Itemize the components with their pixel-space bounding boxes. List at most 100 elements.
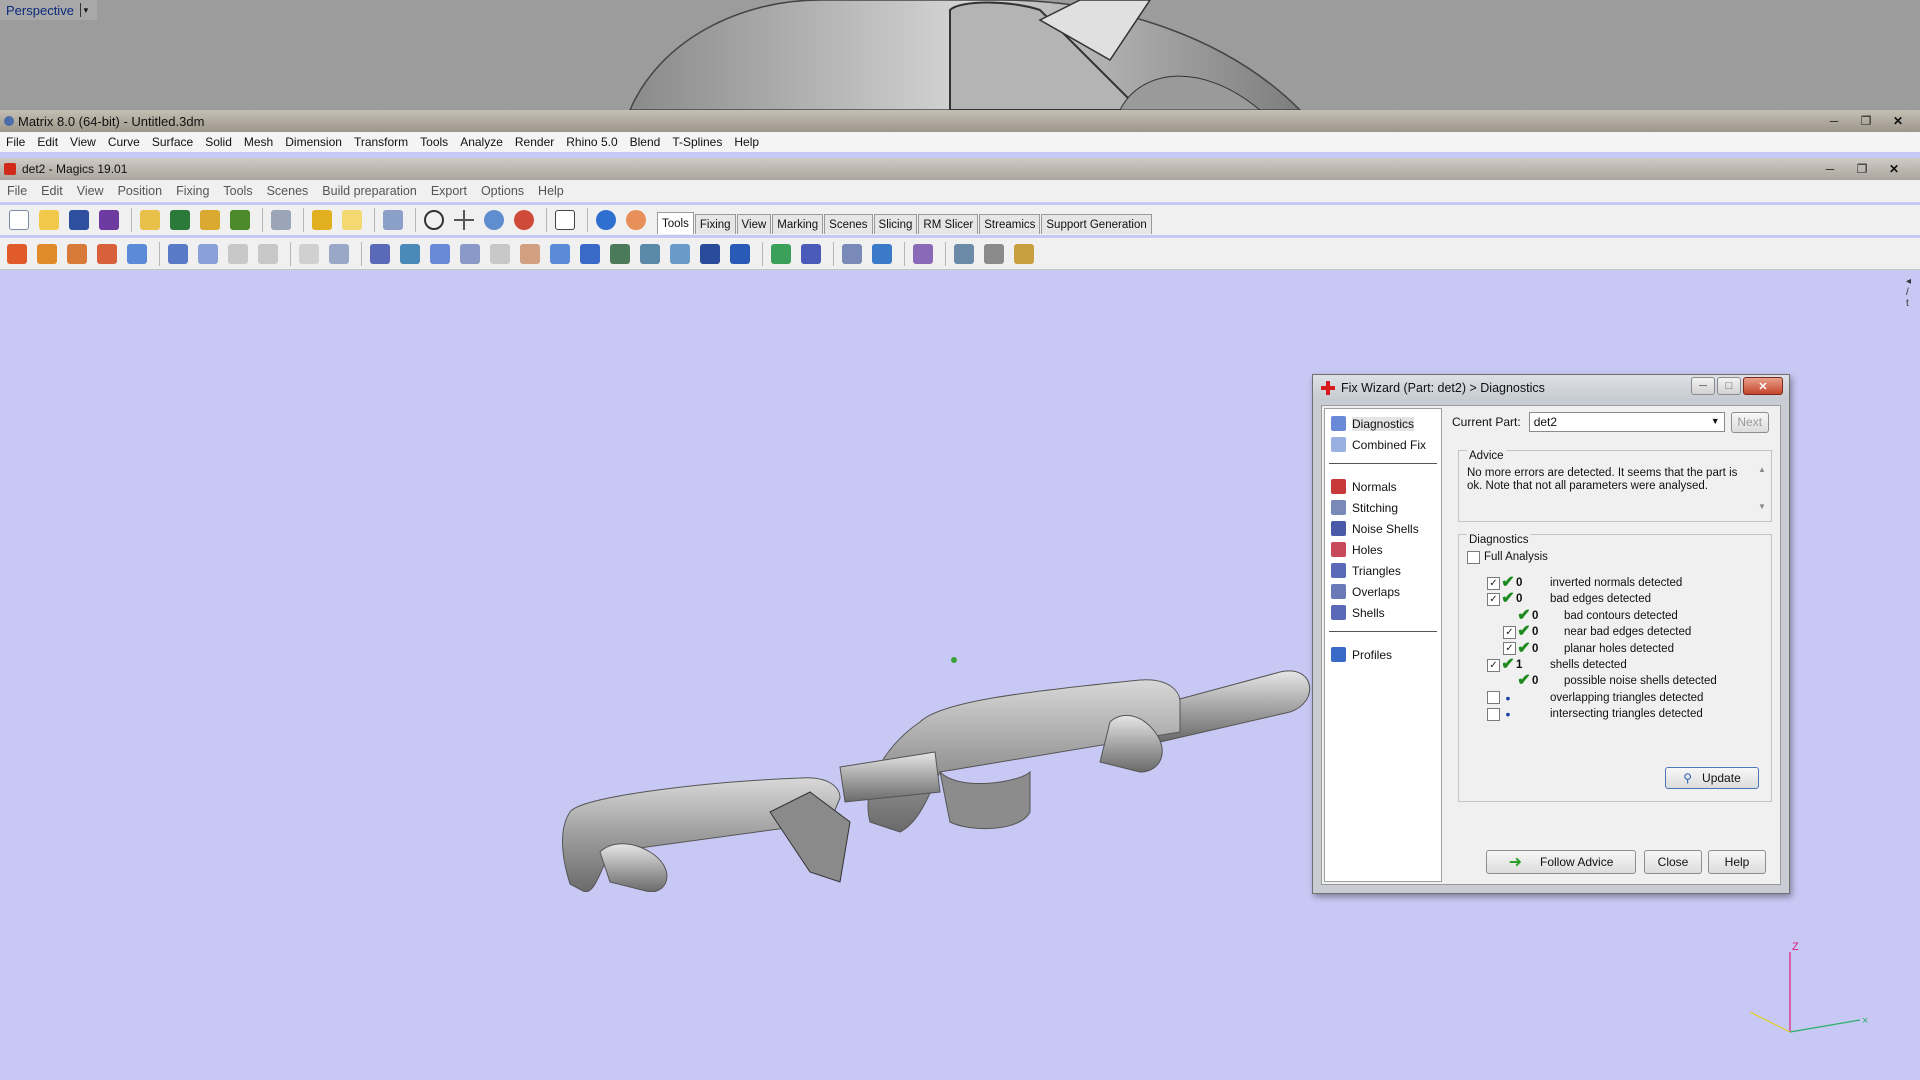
rhino-menu-help[interactable]: Help xyxy=(728,135,765,149)
rhino-menu-t-splines[interactable]: T-Splines xyxy=(666,135,728,149)
rhino-menu-tools[interactable]: Tools xyxy=(414,135,454,149)
slice-icon[interactable] xyxy=(981,241,1007,267)
minimize-icon[interactable]: ─ xyxy=(1820,112,1848,129)
tab-streamics[interactable]: Streamics xyxy=(979,214,1041,234)
rotate-free-icon[interactable] xyxy=(94,241,120,267)
package-icon[interactable] xyxy=(1011,241,1037,267)
scroll-up-icon[interactable]: ▲ xyxy=(1758,465,1766,474)
close-button[interactable]: Close xyxy=(1644,850,1702,874)
cut-icon[interactable] xyxy=(225,241,251,267)
rhino-menu-transform[interactable]: Transform xyxy=(348,135,414,149)
tab-view[interactable]: View xyxy=(736,214,772,234)
rhino-menu-blend[interactable]: Blend xyxy=(624,135,667,149)
follow-advice-button[interactable]: ➜ Follow Advice xyxy=(1486,850,1636,874)
diagnostic-checkbox[interactable] xyxy=(1487,691,1500,705)
viewport-side-handle-icon[interactable]: ◂ / t xyxy=(1906,276,1920,309)
next-button[interactable]: Next xyxy=(1730,411,1769,433)
rhino-menu-solid[interactable]: Solid xyxy=(199,135,238,149)
nav-item-noise-shells[interactable]: Noise Shells xyxy=(1325,518,1441,539)
load-part-icon[interactable] xyxy=(137,207,163,233)
merge-icon[interactable] xyxy=(839,241,865,267)
restore-icon[interactable]: ❐ xyxy=(1852,112,1880,129)
zoom-window-icon[interactable] xyxy=(511,207,537,233)
magics-menu-view[interactable]: View xyxy=(70,184,111,198)
rhino-menu-view[interactable]: View xyxy=(64,135,102,149)
wireframe-icon[interactable] xyxy=(427,241,453,267)
nav-item-combined-fix[interactable]: Combined Fix xyxy=(1325,434,1441,455)
magics-menu-help[interactable]: Help xyxy=(531,184,571,198)
close-icon[interactable]: ✕ xyxy=(1743,377,1783,395)
open-folder-icon[interactable] xyxy=(36,207,62,233)
minimize-icon[interactable]: ─ xyxy=(1816,160,1844,177)
rhino-menu-rhino-5-0[interactable]: Rhino 5.0 xyxy=(560,135,623,149)
scale-icon[interactable] xyxy=(165,241,191,267)
label-icon[interactable] xyxy=(798,241,824,267)
current-part-select[interactable]: det2 ▼ xyxy=(1528,412,1725,432)
fix-wizard-titlebar[interactable]: Fix Wizard (Part: det2) > Diagnostics ─ … xyxy=(1313,375,1789,401)
rhino-menu-curve[interactable]: Curve xyxy=(102,135,146,149)
magics-menu-fixing[interactable]: Fixing xyxy=(169,184,216,198)
help-icon[interactable] xyxy=(593,207,619,233)
texture-icon[interactable] xyxy=(517,241,543,267)
tab-fixing[interactable]: Fixing xyxy=(694,214,736,234)
shaded-icon[interactable] xyxy=(397,241,423,267)
magics-menu-export[interactable]: Export xyxy=(424,184,474,198)
new-file-icon[interactable] xyxy=(6,207,32,233)
checklist-icon[interactable] xyxy=(552,207,578,233)
magics-menu-position[interactable]: Position xyxy=(111,184,169,198)
tab-support-generation[interactable]: Support Generation xyxy=(1041,214,1152,234)
import-part-icon[interactable] xyxy=(197,207,223,233)
full-analysis-row[interactable]: Full Analysis xyxy=(1467,549,1548,565)
diagnostic-checkbox[interactable]: ✓ xyxy=(1487,658,1500,672)
support-icon[interactable] xyxy=(623,207,649,233)
split-icon[interactable] xyxy=(869,241,895,267)
viewport-dropdown-icon[interactable]: ▾ xyxy=(79,3,91,17)
diagnostic-checkbox[interactable] xyxy=(1487,707,1500,721)
nav-item-triangles[interactable]: Triangles xyxy=(1325,560,1441,581)
rhino-menu-mesh[interactable]: Mesh xyxy=(238,135,279,149)
advice-scrollbar[interactable]: ▲ ▼ xyxy=(1757,465,1767,511)
save-icon[interactable] xyxy=(66,207,92,233)
print-icon[interactable] xyxy=(268,207,294,233)
viewport-label[interactable]: Perspective ▾ xyxy=(0,0,97,20)
restore-icon[interactable]: ❐ xyxy=(1848,160,1876,177)
magics-menu-scenes[interactable]: Scenes xyxy=(260,184,316,198)
undo-icon[interactable] xyxy=(309,207,335,233)
frame-icon[interactable] xyxy=(727,241,753,267)
rhino-menu-render[interactable]: Render xyxy=(509,135,560,149)
pan-icon[interactable] xyxy=(451,207,477,233)
nav-item-stitching[interactable]: Stitching xyxy=(1325,497,1441,518)
nav-item-overlaps[interactable]: Overlaps xyxy=(1325,581,1441,602)
part-det2-render[interactable] xyxy=(540,592,1320,892)
rhino-menu-analyze[interactable]: Analyze xyxy=(454,135,509,149)
maximize-icon[interactable]: □ xyxy=(1717,377,1741,395)
magics-menu-build-preparation[interactable]: Build preparation xyxy=(315,184,424,198)
mirror-icon[interactable] xyxy=(124,241,150,267)
move-icon[interactable] xyxy=(34,241,60,267)
help-button[interactable]: Help xyxy=(1708,850,1766,874)
nav-item-normals[interactable]: Normals xyxy=(1325,476,1441,497)
nav-item-holes[interactable]: Holes xyxy=(1325,539,1441,560)
diagnostic-checkbox[interactable]: ✓ xyxy=(1503,642,1516,656)
copy-icon[interactable] xyxy=(255,241,281,267)
nav-item-shells[interactable]: Shells xyxy=(1325,602,1441,623)
diagnostic-checkbox[interactable]: ✓ xyxy=(1487,576,1500,590)
nest-icon[interactable] xyxy=(910,241,936,267)
diagnostic-checkbox[interactable]: ✓ xyxy=(1503,625,1516,639)
tab-marking[interactable]: Marking xyxy=(772,214,824,234)
redo-icon[interactable] xyxy=(339,207,365,233)
magics-menu-file[interactable]: File xyxy=(0,184,34,198)
save-part-icon[interactable] xyxy=(167,207,193,233)
hide-icon[interactable] xyxy=(487,241,513,267)
rotate-view-icon[interactable] xyxy=(421,207,447,233)
diagnostic-checkbox[interactable]: ✓ xyxy=(1487,592,1500,606)
translate-icon[interactable] xyxy=(4,241,30,267)
select-triangles-icon[interactable] xyxy=(326,241,352,267)
smooth-icon[interactable] xyxy=(667,241,693,267)
paste-icon[interactable] xyxy=(296,241,322,267)
select-icon[interactable] xyxy=(380,207,406,233)
update-button[interactable]: ⚲ Update xyxy=(1665,767,1759,789)
tab-scenes[interactable]: Scenes xyxy=(824,214,873,234)
tab-tools[interactable]: Tools xyxy=(657,212,694,234)
tab-rm-slicer[interactable]: RM Slicer xyxy=(918,214,979,234)
